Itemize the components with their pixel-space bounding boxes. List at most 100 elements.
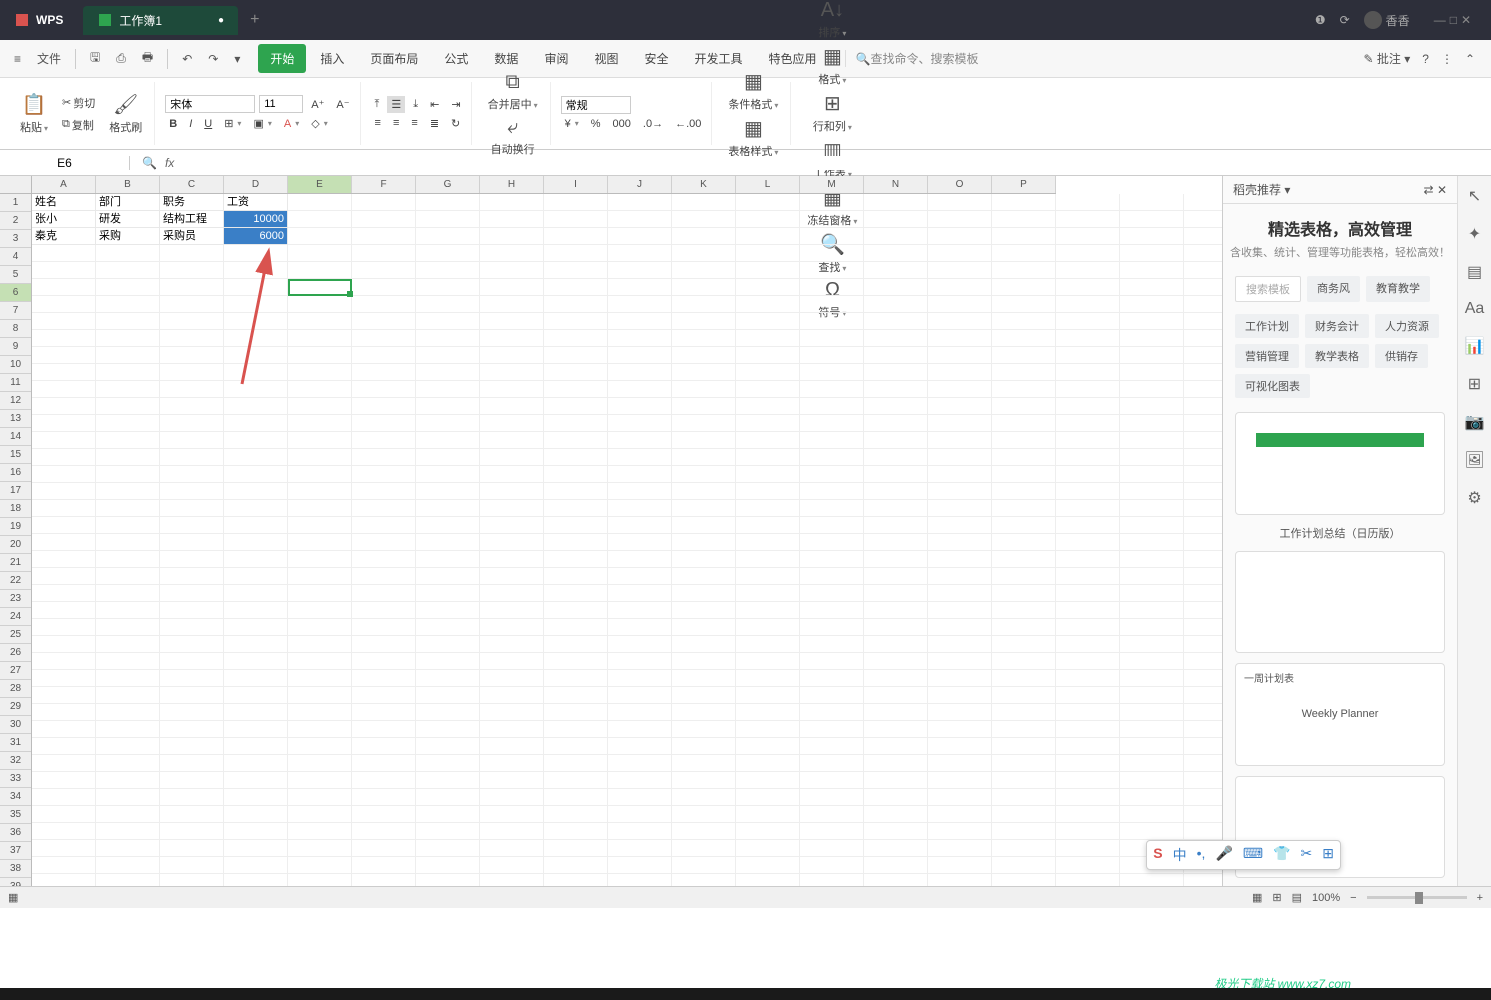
row-header[interactable]: 28 [0, 680, 31, 698]
taskbar[interactable] [0, 988, 1491, 1000]
dropdown-icon[interactable]: ▾ [228, 48, 246, 70]
column-header[interactable]: M [800, 176, 864, 193]
ime-menu-icon[interactable]: ⊞ [1322, 845, 1334, 865]
row-header[interactable]: 18 [0, 500, 31, 518]
maximize-button[interactable]: □ [1450, 13, 1457, 27]
template-tag[interactable]: 营销管理 [1235, 344, 1299, 368]
template-card[interactable] [1235, 412, 1445, 515]
chart-icon[interactable]: 📊 [1465, 336, 1485, 356]
auto-wrap-button[interactable]: ⤶自动换行 [485, 114, 541, 159]
increase-font-icon[interactable]: A⁺ [307, 96, 328, 113]
column-header[interactable]: A [32, 176, 96, 193]
align-bottom-icon[interactable]: ⤓ [409, 96, 422, 113]
help-icon[interactable]: ? [1422, 52, 1429, 66]
cell-reference[interactable]: E6 [0, 156, 130, 170]
cell[interactable]: 张小 [32, 211, 96, 228]
row-header[interactable]: 25 [0, 626, 31, 644]
template-tag[interactable]: 教育教学 [1366, 276, 1430, 302]
sort-button[interactable]: A↓排序 [812, 0, 852, 42]
ime-tool-icon[interactable]: ✂ [1301, 845, 1313, 865]
row-header[interactable]: 17 [0, 482, 31, 500]
ribbon-tab-公式[interactable]: 公式 [432, 44, 480, 73]
cell[interactable]: 秦克 [32, 228, 96, 245]
column-header[interactable]: P [992, 176, 1056, 193]
cell[interactable]: 职务 [160, 194, 224, 211]
italic-button[interactable]: I [185, 116, 196, 132]
template-tag[interactable]: 工作计划 [1235, 314, 1299, 338]
camera-icon[interactable]: 📷 [1465, 412, 1485, 432]
view-normal-icon[interactable]: ▦ [1252, 891, 1262, 904]
ribbon-tab-开始[interactable]: 开始 [258, 44, 306, 73]
template-card[interactable] [1235, 551, 1445, 654]
row-header[interactable]: 38 [0, 860, 31, 878]
decrease-decimal-icon[interactable]: .0→ [639, 116, 667, 132]
row-header[interactable]: 11 [0, 374, 31, 392]
ime-voice-icon[interactable]: 🎤 [1215, 845, 1232, 865]
user-area[interactable]: 香香 [1364, 11, 1410, 29]
template-tag[interactable]: 供销存 [1375, 344, 1428, 368]
cells-area[interactable]: 姓名部门职务工资张小研发结构工程10000秦克采购采购员6000 [32, 194, 1222, 886]
font-color-button[interactable]: A [280, 116, 303, 132]
save-icon[interactable]: 🖫 [84, 44, 106, 73]
align-center-icon[interactable]: ≡ [389, 115, 403, 131]
align-right-icon[interactable]: ≡ [407, 115, 421, 131]
select-all-corner[interactable] [0, 176, 32, 194]
font-size-select[interactable] [259, 95, 303, 113]
layout-icon[interactable]: ▤ [1467, 262, 1482, 282]
annotate-button[interactable]: ✎ 批注 ▾ [1363, 50, 1410, 67]
row-header[interactable]: 4 [0, 248, 31, 266]
status-icon[interactable]: ▦ [8, 891, 18, 904]
sync-icon[interactable]: ⟳ [1340, 13, 1350, 27]
print-preview-icon[interactable]: 🖶 [136, 44, 159, 73]
row-header[interactable]: 31 [0, 734, 31, 752]
row-header[interactable]: 33 [0, 770, 31, 788]
row-header[interactable]: 36 [0, 824, 31, 842]
row-header[interactable]: 21 [0, 554, 31, 572]
row-header[interactable]: 23 [0, 590, 31, 608]
row-header[interactable]: 22 [0, 572, 31, 590]
ime-toolbar[interactable]: S 中 •, 🎤 ⌨ 👕 ✂ ⊞ [1146, 840, 1341, 870]
format-button[interactable]: ▦格式 [812, 42, 852, 89]
row-header[interactable]: 7 [0, 302, 31, 320]
ribbon-tab-插入[interactable]: 插入 [308, 44, 356, 73]
conditional-format-button[interactable]: ▦条件格式 [722, 67, 784, 114]
gear-icon[interactable]: ⚙ [1467, 488, 1481, 508]
redo-icon[interactable]: ↷ [202, 48, 224, 70]
fx-icon[interactable]: fx [165, 156, 174, 170]
template-tag[interactable]: 财务会计 [1305, 314, 1369, 338]
badge-icon[interactable]: ❶ [1315, 13, 1326, 27]
underline-button[interactable]: U [200, 116, 216, 132]
view-page-icon[interactable]: ⊞ [1272, 891, 1281, 904]
cell[interactable]: 姓名 [32, 194, 96, 211]
zoom-out-icon[interactable]: − [1350, 892, 1356, 904]
more-icon[interactable]: ⋮ [1441, 52, 1453, 66]
indent-increase-icon[interactable]: ⇥ [447, 96, 464, 113]
column-header[interactable]: J [608, 176, 672, 193]
row-header[interactable]: 9 [0, 338, 31, 356]
cell[interactable]: 采购 [96, 228, 160, 245]
table-style-button[interactable]: ▦表格样式 [722, 114, 784, 161]
template-card[interactable]: 一周计划表 Weekly Planner [1235, 663, 1445, 766]
ime-punctuation-icon[interactable]: •, [1197, 845, 1206, 865]
row-header[interactable]: 6 [0, 284, 31, 302]
row-header[interactable]: 19 [0, 518, 31, 536]
row-header[interactable]: 26 [0, 644, 31, 662]
sparkle-icon[interactable]: ✦ [1468, 224, 1481, 244]
column-header[interactable]: B [96, 176, 160, 193]
cell[interactable]: 结构工程 [160, 211, 224, 228]
file-menu[interactable]: 文件 [31, 46, 67, 71]
column-header[interactable]: N [864, 176, 928, 193]
row-header[interactable]: 13 [0, 410, 31, 428]
ribbon-tab-安全[interactable]: 安全 [632, 44, 680, 73]
view-split-icon[interactable]: ▤ [1292, 891, 1302, 904]
column-header[interactable]: E [288, 176, 352, 193]
template-tag[interactable]: 可视化图表 [1235, 374, 1310, 398]
image-icon[interactable]: 🖼 [1464, 450, 1484, 470]
command-search[interactable]: 🔍 查找命令、搜索模板 [845, 50, 979, 67]
align-justify-icon[interactable]: ≣ [426, 115, 443, 132]
cell[interactable]: 部门 [96, 194, 160, 211]
row-header[interactable]: 35 [0, 806, 31, 824]
row-header[interactable]: 15 [0, 446, 31, 464]
undo-icon[interactable]: ↶ [176, 48, 198, 70]
cut-button[interactable]: ✂ 剪切 [58, 93, 99, 113]
